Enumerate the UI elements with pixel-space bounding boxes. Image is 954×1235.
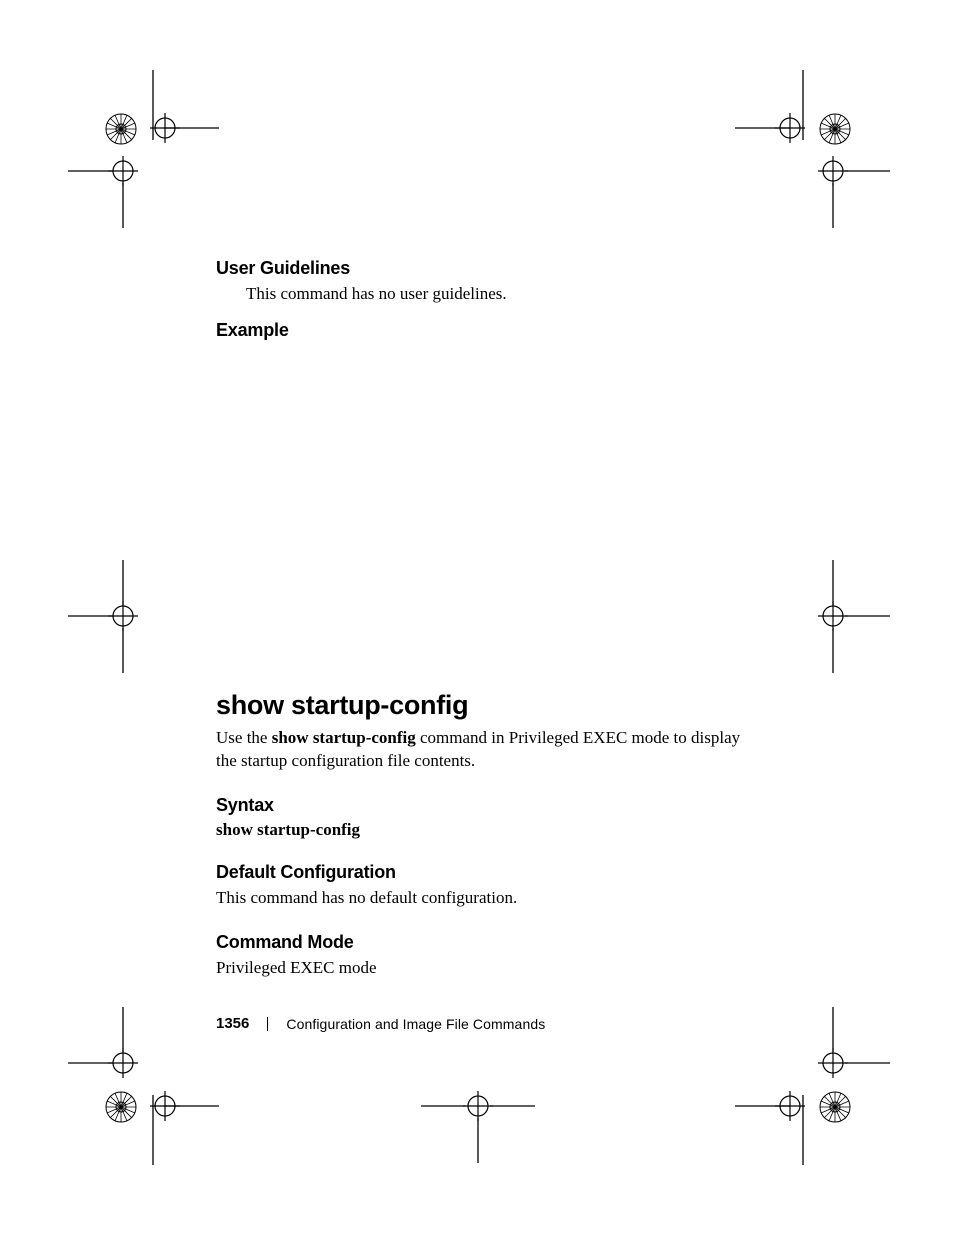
crop-line-icon <box>832 1007 834 1052</box>
crosshair-icon <box>818 156 848 186</box>
section-command: show startup-config Use the show startup… <box>216 690 756 980</box>
crop-line-icon <box>832 628 834 673</box>
text-default-config: This command has no default configuratio… <box>216 887 756 910</box>
crop-line-icon <box>845 1062 890 1064</box>
section-example: Example <box>216 320 289 341</box>
crosshair-icon <box>818 601 848 631</box>
crosshair-icon <box>463 1091 493 1121</box>
crop-line-icon <box>152 1095 154 1165</box>
crop-line-icon <box>735 1105 790 1107</box>
chapter-title: Configuration and Image File Commands <box>286 1016 545 1032</box>
heading-command-mode: Command Mode <box>216 932 756 953</box>
footer-separator <box>267 1017 268 1031</box>
text-user-guidelines: This command has no user guidelines. <box>216 283 507 306</box>
heading-default-config: Default Configuration <box>216 862 756 883</box>
crop-line-icon <box>845 170 890 172</box>
heading-user-guidelines: User Guidelines <box>216 258 507 279</box>
crop-line-icon <box>68 170 113 172</box>
page-footer: 1356 Configuration and Image File Comman… <box>216 1015 756 1032</box>
medallion-icon <box>104 112 138 146</box>
heading-syntax: Syntax <box>216 795 756 816</box>
command-title: show startup-config <box>216 690 756 721</box>
crop-line-icon <box>477 1118 479 1163</box>
medallion-icon <box>104 1090 138 1124</box>
page-number: 1356 <box>216 1015 249 1032</box>
crop-line-icon <box>122 183 124 228</box>
crop-line-icon <box>122 628 124 673</box>
crop-line-icon <box>122 1007 124 1052</box>
crop-line-icon <box>164 127 219 129</box>
desc-bold: show startup-config <box>272 728 416 747</box>
crop-line-icon <box>122 560 124 605</box>
text-command-mode: Privileged EXEC mode <box>216 957 756 980</box>
page: User Guidelines This command has no user… <box>0 0 954 1235</box>
medallion-icon <box>818 112 852 146</box>
syntax-line: show startup-config <box>216 820 756 840</box>
crop-line-icon <box>164 1105 219 1107</box>
crop-line-icon <box>802 70 804 140</box>
crop-line-icon <box>490 1105 535 1107</box>
command-description: Use the show startup-config command in P… <box>216 727 756 773</box>
crop-line-icon <box>68 1062 113 1064</box>
crop-line-icon <box>832 183 834 228</box>
crop-line-icon <box>68 615 113 617</box>
medallion-icon <box>818 1090 852 1124</box>
desc-pre: Use the <box>216 728 272 747</box>
crosshair-icon <box>818 1048 848 1078</box>
crop-line-icon <box>832 560 834 605</box>
crop-line-icon <box>735 127 790 129</box>
section-user-guidelines: User Guidelines This command has no user… <box>216 258 507 306</box>
crop-line-icon <box>421 1105 466 1107</box>
crop-line-icon <box>802 1095 804 1165</box>
crop-line-icon <box>845 615 890 617</box>
heading-example: Example <box>216 320 289 341</box>
